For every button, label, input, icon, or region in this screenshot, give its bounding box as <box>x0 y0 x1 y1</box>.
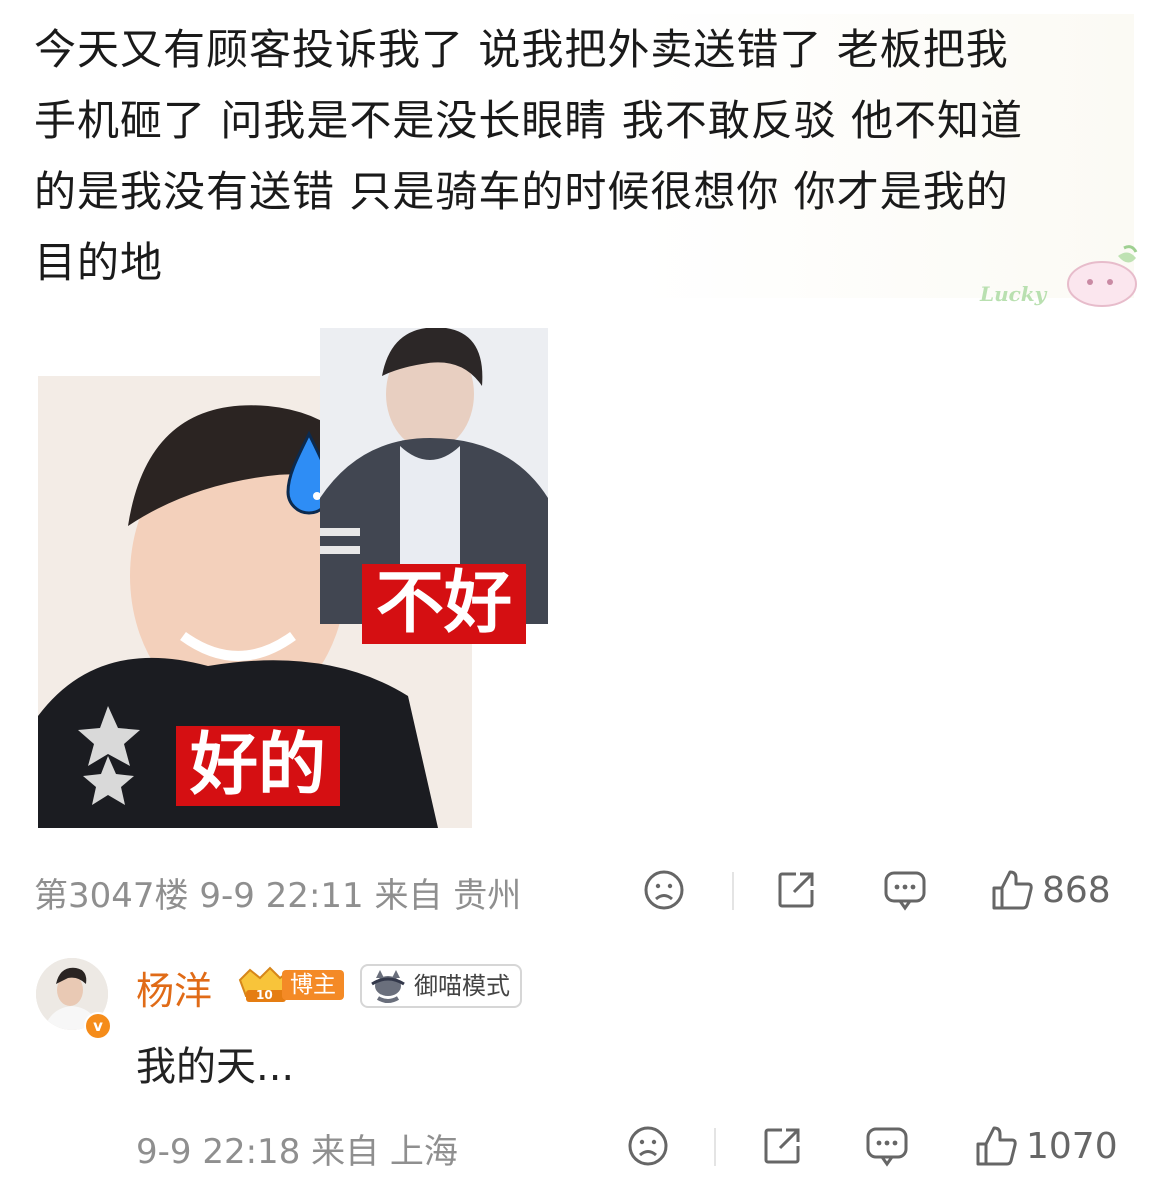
verified-badge: v <box>84 1012 112 1040</box>
divider <box>714 1128 716 1166</box>
badge-level: 10 <box>256 988 273 1002</box>
lucky-sticker-label: Lucky <box>980 282 1047 306</box>
reply-share-button[interactable] <box>760 1118 804 1174</box>
cat-mode-label: 御喵模式 <box>414 972 510 1000</box>
comment-icon <box>884 871 926 911</box>
share-button[interactable] <box>774 862 818 918</box>
blogger-badge[interactable]: 10 博主 <box>236 966 346 1004</box>
share-icon <box>764 1128 800 1164</box>
post-text-line: 的是我没有送错 只是骑车的时候很想你 你才是我的 <box>34 167 1009 216</box>
like-button[interactable]: 868 <box>990 862 1111 918</box>
reply-text: 我的天... <box>136 1044 295 1090</box>
sad-face-icon <box>628 1126 668 1166</box>
thumbs-up-icon <box>992 870 1033 910</box>
divider <box>732 872 734 910</box>
thumbs-up-icon <box>976 1126 1017 1166</box>
reply-meta-text: 9-9 22:18 来自 上海 <box>136 1132 458 1172</box>
reply-username[interactable]: 杨洋 <box>136 960 212 1015</box>
comment-button[interactable] <box>882 862 928 918</box>
reply-comment-button[interactable] <box>864 1118 910 1174</box>
comment-meta-row: 第3047楼 9-9 22:11 来自 贵州 868 <box>34 862 1134 918</box>
reply-like-count: 1070 <box>1026 1125 1118 1167</box>
lucky-sticker-icon <box>1067 245 1138 307</box>
comment-meta-text: 第3047楼 9-9 22:11 来自 贵州 <box>34 876 522 916</box>
post-text-line: 手机砸了 问我是不是没长眼睛 我不敢反驳 他不知道 <box>34 96 1024 145</box>
post-text-line: 今天又有顾客投诉我了 说我把外卖送错了 老板把我 <box>34 25 1009 74</box>
sad-face-icon <box>644 870 684 910</box>
like-count: 868 <box>1042 869 1111 911</box>
reply-meta-row: 9-9 22:18 来自 上海 1070 <box>136 1118 1136 1174</box>
cat-mode-badge[interactable]: 御喵模式 <box>360 964 522 1008</box>
blogger-badge-label: 博主 <box>282 970 344 1000</box>
post-text-line: 目的地 <box>34 238 164 287</box>
meme-image[interactable]: 不好 好的 <box>38 328 550 830</box>
comment-icon <box>866 1127 908 1167</box>
reply-dislike-button[interactable] <box>626 1118 670 1174</box>
caption-bad: 不好 <box>362 564 527 644</box>
reply-like-button[interactable]: 1070 <box>974 1118 1118 1174</box>
share-icon <box>778 872 814 908</box>
post-text: 今天又有顾客投诉我了 说我把外卖送错了 老板把我 手机砸了 问我是不是没长眼睛 … <box>34 14 1134 298</box>
caption-good: 好的 <box>176 726 341 806</box>
dislike-button[interactable] <box>642 862 686 918</box>
cat-mode-icon <box>371 970 405 1003</box>
